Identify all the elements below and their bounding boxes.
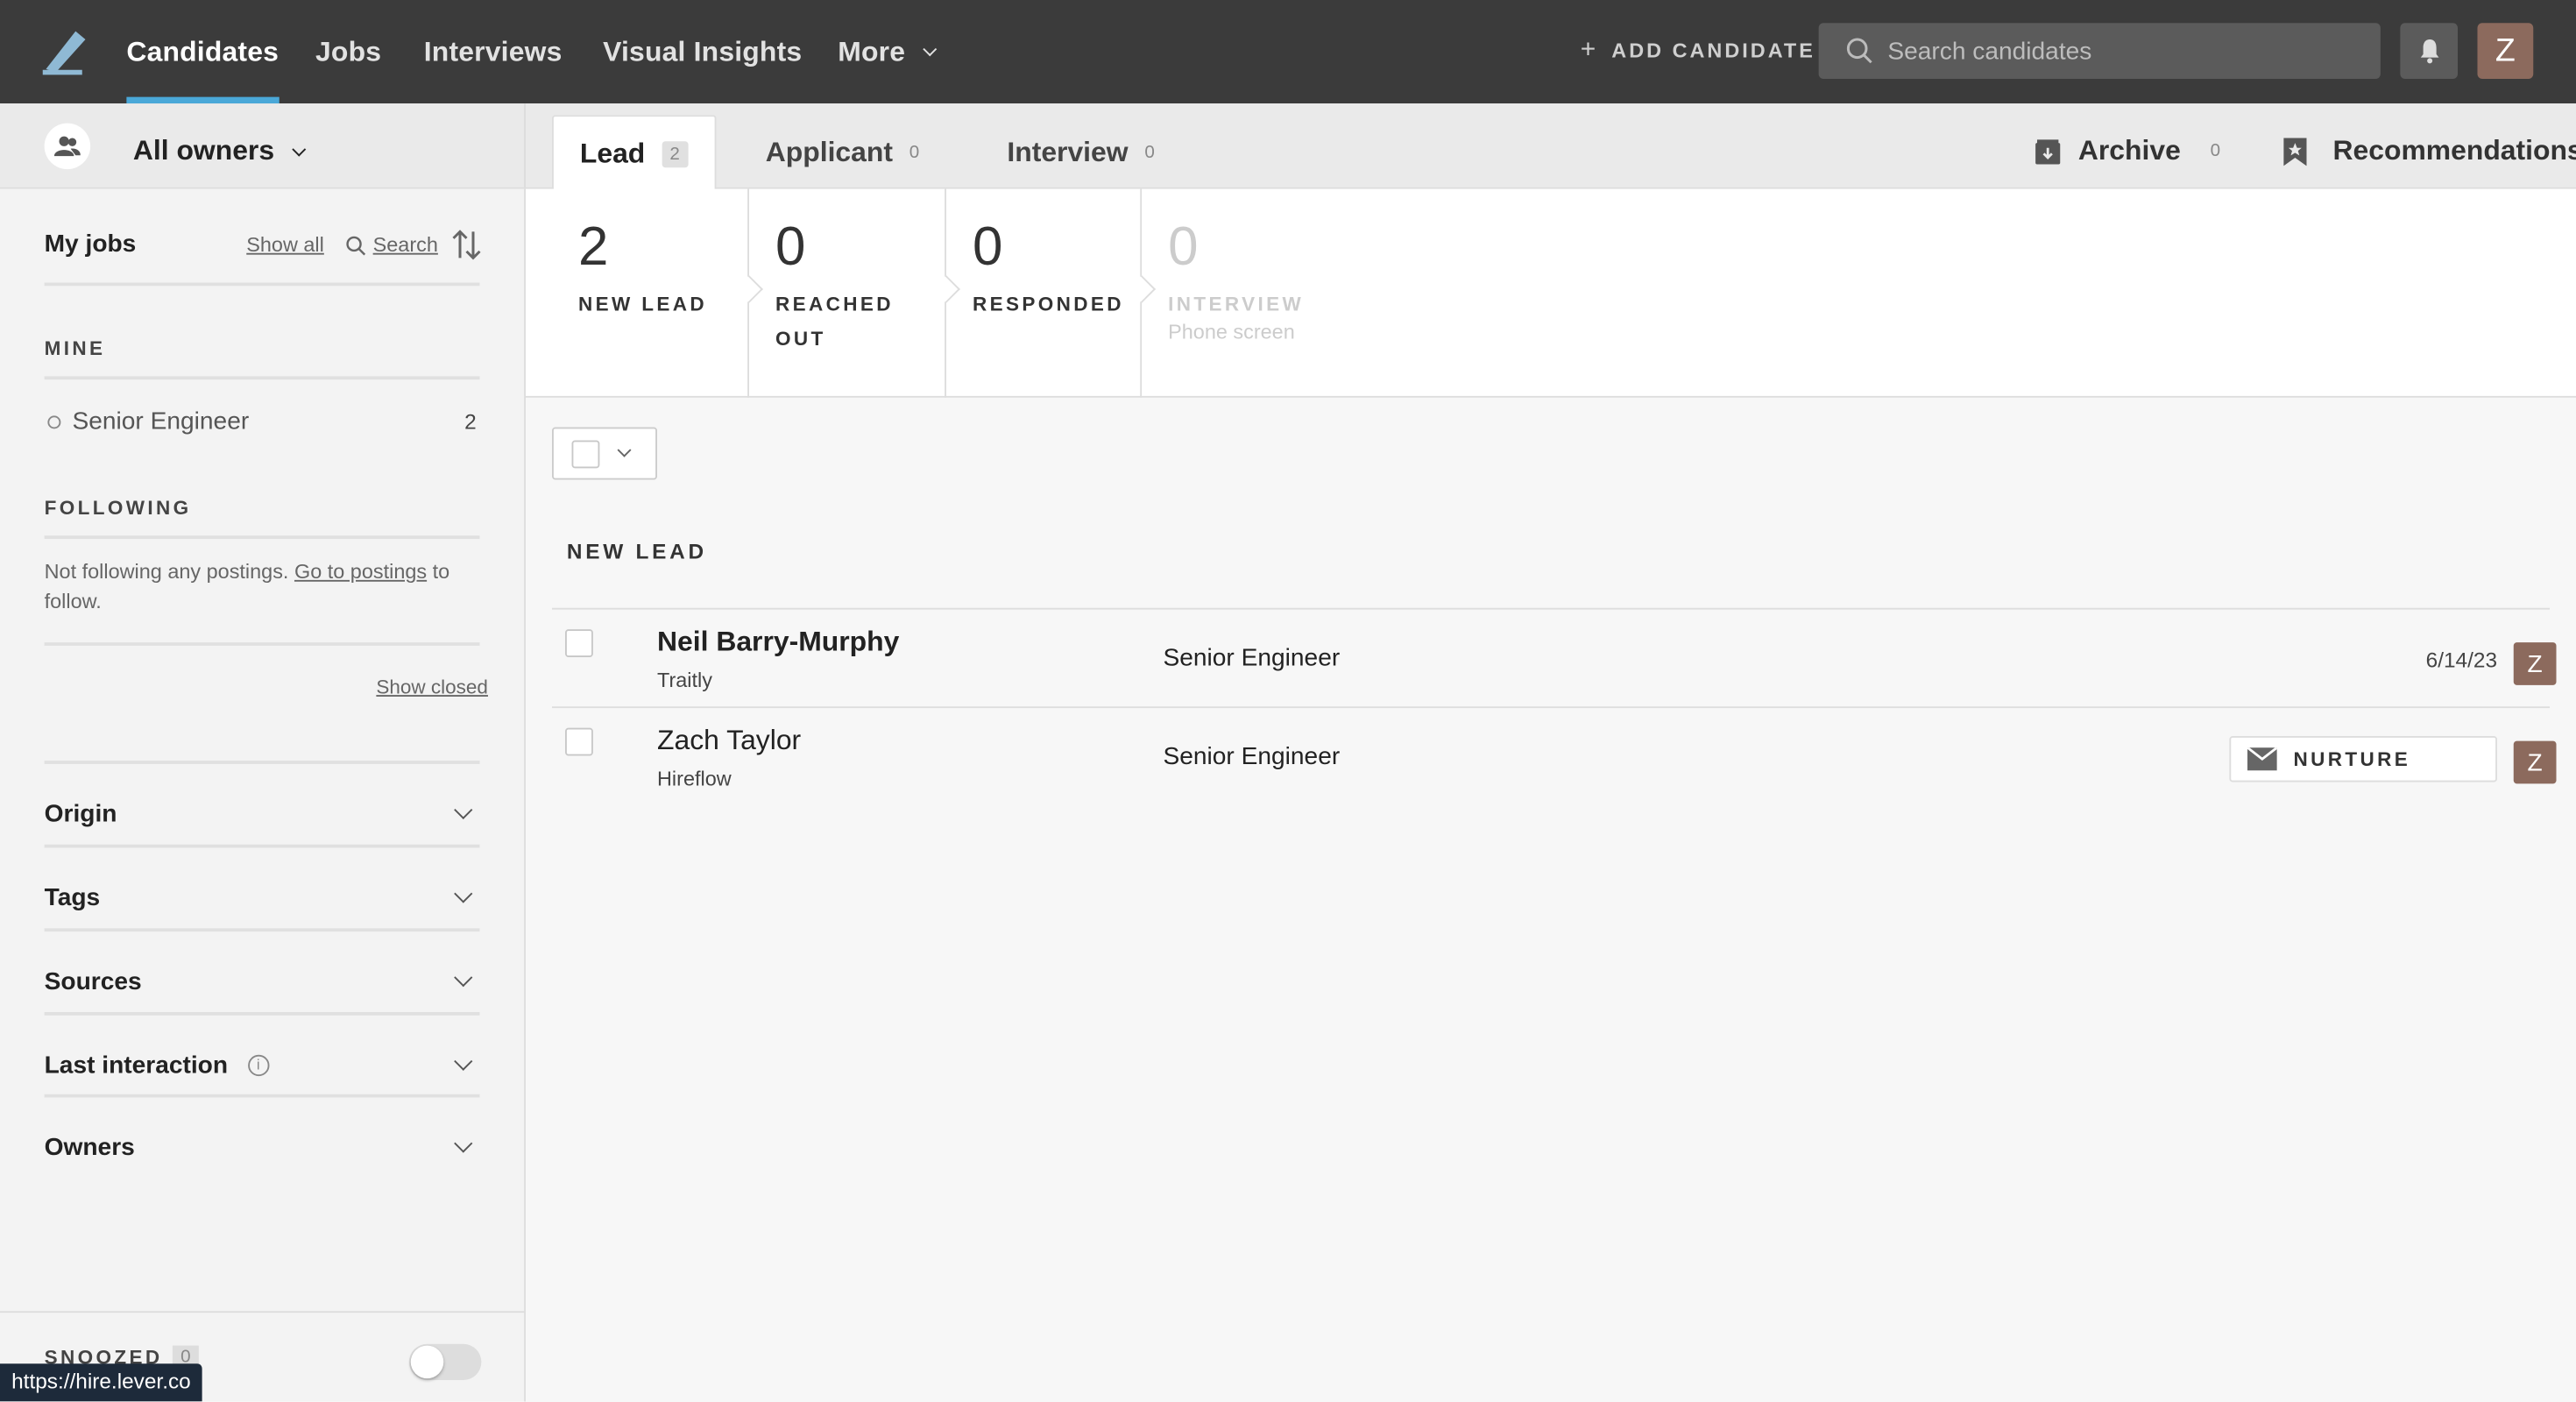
tab-lead[interactable]: Lead 2 (552, 115, 717, 191)
candidate-name[interactable]: Neil Barry-Murphy (657, 626, 899, 659)
my-jobs-heading: My jobs (44, 230, 137, 258)
archive-icon (2035, 138, 2061, 164)
owners-icon (44, 123, 91, 170)
owner-filter-bar: All owners (0, 103, 526, 189)
candidate-job: Senior Engineer (1163, 644, 1341, 672)
search-jobs-link[interactable]: Search (345, 233, 438, 257)
nurture-badge[interactable]: NURTURE (2229, 736, 2497, 782)
go-to-postings-link[interactable]: Go to postings (294, 560, 427, 583)
bulk-select-dropdown[interactable] (552, 427, 657, 480)
candidate-row[interactable]: Zach Taylor Hireflow Senior Engineer NUR… (552, 706, 2557, 805)
info-icon[interactable]: i (247, 1053, 269, 1076)
mail-icon (2247, 747, 2277, 771)
job-item-senior-engineer[interactable]: Senior Engineer 2 (47, 407, 477, 435)
search-icon (346, 235, 366, 255)
candidate-row[interactable]: Neil Barry-Murphy Traitly Senior Enginee… (552, 607, 2557, 707)
archive-tab[interactable]: Archive 0 (2034, 135, 2220, 168)
filter-origin[interactable]: Origin (45, 772, 480, 854)
user-avatar[interactable]: Z (2477, 23, 2534, 79)
candidate-company: Hireflow (657, 767, 732, 790)
nav-candidates[interactable]: Candidates (126, 0, 279, 104)
stage-reached-out[interactable]: 0 REACHED OUT (749, 188, 960, 398)
filter-sources[interactable]: Sources (45, 940, 480, 1023)
recommendations-tab[interactable]: Recommendations (2283, 135, 2576, 168)
status-dot-icon (47, 414, 61, 428)
mine-label: MINE (44, 336, 106, 360)
bookmark-star-icon (2283, 137, 2307, 166)
stage-new-lead[interactable]: 2 NEW LEAD (526, 188, 763, 398)
filter-tags[interactable]: Tags (45, 856, 480, 938)
chevron-down-icon (454, 884, 473, 903)
bell-icon (2419, 39, 2438, 64)
top-navbar: Candidates Jobs Interviews Visual Insigh… (0, 0, 2576, 104)
nav-jobs[interactable]: Jobs (315, 0, 381, 103)
nav-visual-insights[interactable]: Visual Insights (603, 0, 802, 103)
notifications-button[interactable] (2400, 23, 2458, 79)
candidate-company: Traitly (657, 669, 712, 692)
chevron-down-icon (454, 1052, 473, 1071)
row-checkbox[interactable] (565, 727, 593, 756)
status-url: https://hire.lever.co (0, 1363, 202, 1402)
show-all-link[interactable]: Show all (246, 233, 324, 256)
tab-interview[interactable]: Interview 0 (1007, 115, 1154, 190)
tab-applicant[interactable]: Applicant 0 (766, 115, 919, 190)
add-candidate-button[interactable]: + ADD CANDIDATE (1581, 36, 1815, 66)
plus-icon: + (1580, 36, 1599, 65)
candidate-job: Senior Engineer (1163, 742, 1341, 771)
following-label: FOLLOWING (44, 496, 192, 520)
sort-icon[interactable] (452, 229, 482, 262)
owner-filter-dropdown[interactable]: All owners (133, 135, 307, 168)
stage-summary: 2 NEW LEAD 0 REACHED OUT 0 RESPONDED 0 INTERV… (526, 188, 2576, 398)
chevron-down-icon (923, 41, 938, 56)
app-root: Candidates Jobs Interviews Visual Insigh… (0, 0, 2576, 1402)
stage-responded[interactable]: 0 RESPONDED (946, 188, 1157, 398)
sidebar: My jobs Show all Search MINE Senior Engi… (0, 188, 526, 1402)
following-empty-text: Not following any postings. Go to postin… (44, 560, 450, 613)
owner-avatar[interactable]: Z (2513, 740, 2557, 784)
section-new-lead: NEW LEAD (566, 539, 707, 564)
snoozed-toggle[interactable] (408, 1343, 482, 1380)
job-count: 2 (464, 408, 477, 434)
filter-owners[interactable]: Owners (45, 1106, 480, 1188)
chevron-down-icon (454, 800, 473, 819)
chevron-down-icon (454, 968, 473, 988)
search-icon (1846, 38, 1872, 64)
candidate-date: 6/14/23 (2425, 647, 2497, 672)
search-candidates[interactable] (1818, 23, 2381, 79)
search-input[interactable] (1887, 37, 2365, 66)
chevron-down-icon (617, 443, 632, 457)
chevron-down-icon (454, 1134, 473, 1153)
nav-more[interactable]: More (838, 0, 938, 103)
show-closed-link[interactable]: Show closed (376, 676, 488, 698)
candidate-name[interactable]: Zach Taylor (657, 725, 801, 758)
stage-tabs: Lead 2 Applicant 0 Interview 0 Archive 0 Rec… (526, 103, 2576, 191)
stage-interview-phone-screen[interactable]: 0 INTERVIEW Phone screen (1142, 189, 1339, 398)
chevron-down-icon (292, 141, 307, 156)
select-all-checkbox[interactable] (571, 439, 600, 468)
owner-avatar[interactable]: Z (2513, 642, 2557, 685)
nav-interviews[interactable]: Interviews (424, 0, 563, 103)
row-checkbox[interactable] (565, 629, 593, 657)
lever-logo-icon[interactable] (39, 26, 88, 75)
